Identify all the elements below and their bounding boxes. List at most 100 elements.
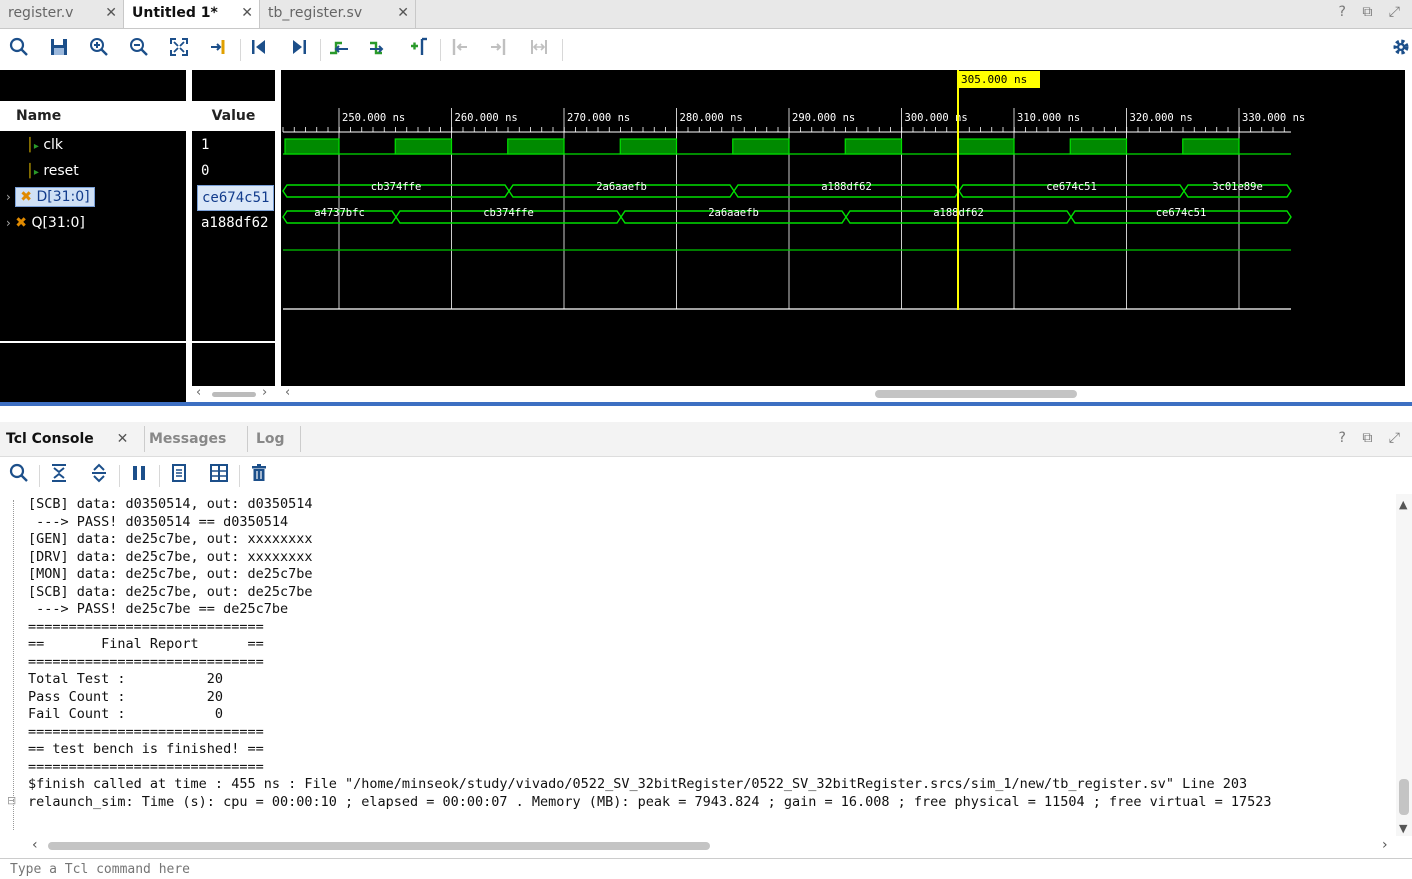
console-line: == Final Report == — [28, 636, 264, 652]
console-window-controls[interactable]: ? ⧉ ⤢ — [1338, 430, 1406, 446]
close-icon[interactable]: ✕ — [105, 0, 117, 26]
time-grid — [338, 108, 1240, 309]
settings-icon[interactable] — [1389, 37, 1412, 61]
name-column-header[interactable]: Name — [0, 101, 186, 131]
value-hscroll[interactable]: ‹ › — [192, 385, 275, 402]
cursor-label: 305.000 ns — [961, 73, 1027, 86]
clk-pulse — [732, 138, 790, 155]
wave-hscroll-thumb[interactable] — [875, 390, 1077, 398]
bit-signal-icon-dot: ▸ — [33, 141, 39, 152]
clk-pulse — [844, 138, 903, 155]
search-icon[interactable] — [7, 37, 31, 61]
signal-row-q[interactable]: › ✖ Q[31:0] — [6, 210, 186, 236]
tab-label: tb_register.sv — [268, 5, 363, 21]
clk-pulse — [284, 138, 340, 155]
go-to-cursor-icon[interactable] — [207, 37, 231, 61]
signal-row-reset[interactable]: │▸ reset — [26, 158, 186, 184]
signal-value: a188df62 — [201, 215, 269, 231]
value-column-header[interactable]: Value — [192, 101, 275, 131]
console-line: $finish called at time : 455 ns : File "… — [28, 776, 1248, 792]
pause-icon[interactable] — [127, 463, 151, 487]
time-tick-label: 280.000 ns — [680, 112, 743, 124]
clk-pulse — [1182, 138, 1240, 155]
collapse-all-icon[interactable] — [47, 463, 71, 487]
console-line: Total Test : 20 — [28, 671, 224, 687]
add-marker-icon[interactable] — [407, 37, 431, 61]
bus-value-label: cb374ffe — [371, 181, 422, 193]
zoom-out-icon[interactable] — [127, 37, 151, 61]
search-icon[interactable] — [7, 463, 31, 487]
console-hscroll[interactable]: ‹ › — [0, 837, 1396, 855]
d-bus-waveform: cb374ffe 2a6aaefb a188df62 ce674c51 3c01e89e — [282, 181, 1292, 198]
zoom-in-icon[interactable] — [87, 37, 111, 61]
console-hscroll-thumb[interactable] — [48, 842, 710, 850]
console-vscroll-thumb[interactable] — [1399, 779, 1409, 815]
fold-guide — [13, 500, 15, 830]
swap-cursors-icon[interactable] — [527, 37, 551, 61]
wave-toolbar — [0, 29, 1412, 69]
value-header-label: Value — [211, 108, 256, 124]
tab-messages[interactable]: Messages — [149, 422, 226, 456]
console-line: [DRV] data: de25c7be, out: xxxxxxxx — [28, 548, 313, 565]
previous-marker-icon[interactable] — [447, 37, 471, 61]
bus-value-label: cb374ffe — [483, 207, 534, 219]
window-controls[interactable]: ? ⧉ ⤢ — [1338, 4, 1406, 20]
table-view-icon[interactable] — [207, 463, 231, 487]
save-icon[interactable] — [47, 37, 71, 61]
bit-signal-icon: │ — [26, 138, 34, 153]
console-line: [SCB] data: de25c7be, out: de25c7be — [28, 583, 313, 600]
expand-arrow-icon[interactable]: › — [6, 216, 11, 230]
time-tick-label: 330.000 ns — [1242, 112, 1305, 124]
zoom-fit-icon[interactable] — [167, 37, 191, 61]
console-line: Pass Count : 20 — [28, 688, 224, 705]
bus-value-label: ce674c51 — [1156, 207, 1207, 219]
console-line: ============================= — [28, 653, 264, 670]
column-divider[interactable] — [186, 70, 192, 402]
go-to-start-icon[interactable] — [247, 37, 271, 61]
selected-signal: ✖ D[31:0] — [15, 187, 95, 207]
tab-untitled-1[interactable]: Untitled 1* ✕ — [124, 0, 260, 28]
console-line: == test bench is finished! == — [28, 741, 264, 757]
clk-pulse — [394, 138, 453, 155]
signal-value-selected: ce674c51 — [197, 185, 275, 211]
bus-value-label: a188df62 — [821, 181, 872, 193]
tab-label: Tcl Console — [6, 431, 94, 447]
previous-transition-icon[interactable] — [327, 37, 351, 61]
bus-value-label: 3c01e89e — [1212, 181, 1263, 193]
signal-row-d[interactable]: › ✖ D[31:0] — [6, 184, 186, 210]
close-icon[interactable]: ✕ — [241, 0, 253, 26]
wave-hscroll[interactable]: ‹ — [281, 385, 1412, 402]
console-line: ============================= — [28, 723, 264, 740]
next-marker-icon[interactable] — [487, 37, 511, 61]
tab-tb-register-sv[interactable]: tb_register.sv ✕ — [260, 0, 416, 28]
bus-value-label: 2a6aaefb — [708, 207, 759, 219]
tab-tcl-console[interactable]: Tcl Console ✕ — [6, 422, 128, 456]
wave-vscroll[interactable] — [1405, 70, 1412, 386]
tcl-command-input[interactable] — [0, 859, 1412, 879]
next-transition-icon[interactable] — [367, 37, 391, 61]
bus-value-label: ce674c51 — [1046, 181, 1097, 193]
console-output[interactable]: ⊟ [SCB] data: d0350514, out: d0350514 --… — [0, 494, 1396, 836]
signal-value: 1 — [201, 137, 210, 153]
expand-arrow-icon[interactable]: › — [6, 190, 11, 204]
go-to-end-icon[interactable] — [287, 37, 311, 61]
fold-icon[interactable]: ⊟ — [7, 795, 17, 806]
tab-log[interactable]: Log — [256, 422, 285, 456]
bus-signal-icon: ✖ — [15, 215, 27, 231]
console-line: [GEN] data: de25c7be, out: xxxxxxxx — [28, 531, 313, 547]
clk-pulse — [957, 138, 1015, 155]
time-tick-label: 260.000 ns — [455, 112, 518, 124]
waveform-canvas[interactable]: 250.000 ns 260.000 ns 270.000 ns 280.000 ns… — [281, 70, 1405, 386]
tab-register-v[interactable]: register.v ✕ — [0, 0, 124, 28]
copy-icon[interactable] — [167, 463, 191, 487]
signal-name: D[31:0] — [36, 189, 90, 205]
close-icon[interactable]: ✕ — [397, 0, 409, 26]
bus-value-label: a4737bfc — [314, 207, 365, 219]
close-icon[interactable]: ✕ — [117, 431, 129, 447]
trash-icon[interactable] — [247, 463, 271, 487]
console-vscroll[interactable]: ▲ ▼ — [1396, 494, 1412, 836]
tab-label: Untitled 1* — [132, 5, 218, 21]
expand-all-icon[interactable] — [87, 463, 111, 487]
signal-row-clk[interactable]: │▸ clk — [26, 132, 186, 158]
time-tick-label: 270.000 ns — [567, 112, 630, 124]
